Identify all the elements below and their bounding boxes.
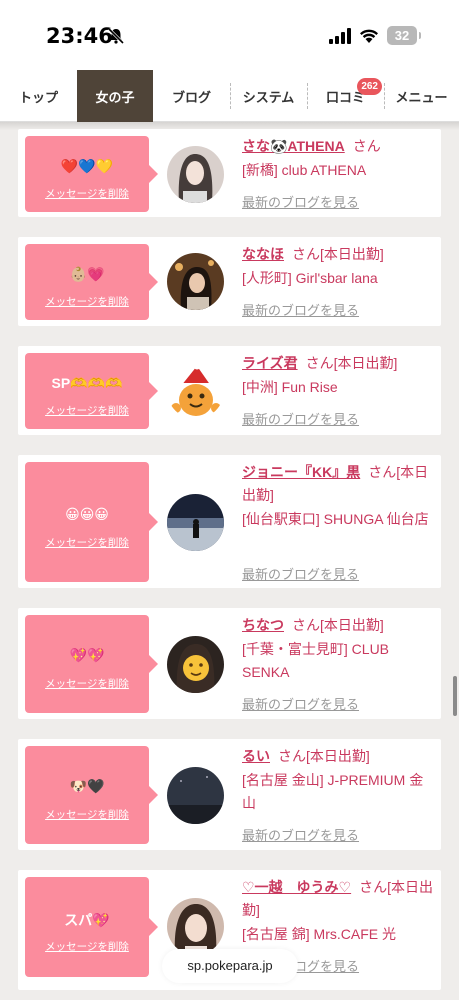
honorific: さん xyxy=(352,138,381,154)
name-line: ジョニー『KK』黒 さん[本日出勤] xyxy=(242,461,435,507)
girl-name-link[interactable]: ライズ君 xyxy=(242,355,298,371)
latest-blog-link[interactable]: 最新のブログを見る xyxy=(242,694,359,713)
message-bubble: SP🫶🫶🫶 メッセージを削除 xyxy=(25,353,158,429)
shop-name[interactable]: [千葉・富士見町] CLUB SENKA xyxy=(242,638,431,684)
message-text: スパ💖 xyxy=(64,912,110,928)
latest-blog-link[interactable]: 最新のブログを見る xyxy=(242,825,359,844)
avatar[interactable] xyxy=(167,362,224,419)
girl-name-link[interactable]: ななほ xyxy=(242,246,284,262)
latest-blog-link[interactable]: 最新のブログを見る xyxy=(242,192,359,211)
tab-top[interactable]: トップ xyxy=(0,70,77,122)
work-status: [本日出勤] xyxy=(306,748,370,764)
message-card: 👶🏼💗 メッセージを削除 ななほ さん[本日出勤] [人形町] Girl'sbar… xyxy=(18,237,441,326)
name-line: ♡一越 ゆうみ♡ さん[本日出勤] xyxy=(242,876,435,922)
tab-navigation: トップ 女の子 ブログ システム 口コミ 262 メニュー xyxy=(0,70,459,122)
status-bar: 23:46 32 xyxy=(0,0,459,70)
message-bubble: ❤️💙💛 メッセージを削除 xyxy=(25,136,158,212)
girl-name-link[interactable]: るい xyxy=(242,748,270,764)
message-bubble: スパ💖 メッセージを削除 xyxy=(25,877,158,977)
work-status: [本日出勤] xyxy=(320,246,384,262)
avatar[interactable] xyxy=(167,636,224,693)
tab-menu[interactable]: メニュー xyxy=(384,70,459,122)
name-line: ライズ君 さん[本日出勤] xyxy=(242,352,435,375)
message-text: 🐶🖤 xyxy=(69,778,105,794)
latest-blog-link[interactable]: 最新のブログを見る xyxy=(242,409,359,428)
tab-label: ブログ xyxy=(171,89,211,105)
battery-indicator: 32 xyxy=(387,26,421,45)
tab-label: メニュー xyxy=(395,89,448,105)
girl-name-link[interactable]: ジョニー『KK』黒 xyxy=(242,464,360,480)
wifi-icon xyxy=(360,29,378,43)
avatar[interactable] xyxy=(167,767,224,824)
avatar[interactable] xyxy=(167,253,224,310)
avatar[interactable] xyxy=(167,146,224,203)
tab-girls[interactable]: 女の子 xyxy=(77,70,153,122)
delete-message-link[interactable]: メッセージを削除 xyxy=(25,939,149,954)
shop-name[interactable]: [中洲] Fun Rise xyxy=(242,376,431,399)
tab-label: 女の子 xyxy=(95,89,135,105)
girl-name-link[interactable]: さな🐼ATHENA xyxy=(242,138,345,154)
avatar[interactable] xyxy=(167,494,224,551)
shop-name[interactable]: [人形町] Girl'sbar lana xyxy=(242,267,431,290)
scrollbar[interactable] xyxy=(453,676,457,716)
name-line: さな🐼ATHENA さん xyxy=(242,135,435,158)
tab-system[interactable]: システム xyxy=(230,70,307,122)
message-text: 😀😀😀 xyxy=(65,506,109,522)
message-text: SP🫶🫶🫶 xyxy=(51,375,123,391)
girl-name-link[interactable]: ♡一越 ゆうみ♡ xyxy=(242,879,351,895)
work-status: [本日出勤] xyxy=(320,617,384,633)
bell-muted-icon xyxy=(107,27,125,45)
delete-message-link[interactable]: メッセージを削除 xyxy=(25,186,149,201)
delete-message-link[interactable]: メッセージを削除 xyxy=(25,535,149,550)
message-text: 💖💖 xyxy=(69,647,105,663)
shop-name[interactable]: [名古屋 錦] Mrs.CAFE 光 xyxy=(242,923,431,946)
message-bubble: 😀😀😀 メッセージを削除 xyxy=(25,462,158,582)
honorific: さん xyxy=(292,246,320,262)
message-bubble: 💖💖 メッセージを削除 xyxy=(25,615,158,713)
honorific: さん xyxy=(278,748,306,764)
latest-blog-link[interactable]: 最新のブログを見る xyxy=(242,300,359,319)
shop-name[interactable]: [新橋] club ATHENA xyxy=(242,159,431,182)
avatar[interactable] xyxy=(167,898,224,955)
shop-name[interactable]: [名古屋 金山] J-PREMIUM 金山 xyxy=(242,769,431,815)
tab-label: トップ xyxy=(18,89,58,105)
shop-name[interactable]: [仙台駅東口] SHUNGA 仙台店 xyxy=(242,508,431,531)
delete-message-link[interactable]: メッセージを削除 xyxy=(25,807,149,822)
message-text: 👶🏼💗 xyxy=(69,266,105,282)
latest-blog-link[interactable]: 最新のブログを見る xyxy=(242,564,359,583)
name-line: ななほ さん[本日出勤] xyxy=(242,243,435,266)
work-status: [本日出勤] xyxy=(333,355,398,371)
delete-message-link[interactable]: メッセージを削除 xyxy=(25,294,149,309)
delete-message-link[interactable]: メッセージを削除 xyxy=(25,676,149,691)
message-bubble: 🐶🖤 メッセージを削除 xyxy=(25,746,158,844)
tab-label: システム xyxy=(242,89,295,105)
tab-blog[interactable]: ブログ xyxy=(153,70,230,122)
honorific: さん xyxy=(305,355,334,371)
name-line: ちなつ さん[本日出勤] xyxy=(242,614,435,637)
status-time: 23:46 xyxy=(46,24,113,48)
honorific: さん xyxy=(368,464,397,480)
message-card: 💖💖 メッセージを削除 ちなつ さん[本日出勤] [千葉・富士見町] CLUB S… xyxy=(18,608,441,719)
reviews-count-badge: 262 xyxy=(357,78,382,95)
honorific: さん xyxy=(359,879,388,895)
delete-message-link[interactable]: メッセージを削除 xyxy=(25,403,149,418)
message-bubble: 👶🏼💗 メッセージを削除 xyxy=(25,244,158,320)
name-line: るい さん[本日出勤] xyxy=(242,745,435,768)
message-card: 🐶🖤 メッセージを削除 るい さん[本日出勤] [名古屋 金山] J-PREMIU… xyxy=(18,739,441,850)
cellular-signal-icon xyxy=(329,28,351,44)
honorific: さん xyxy=(292,617,320,633)
tab-reviews[interactable]: 口コミ 262 xyxy=(307,70,384,122)
message-card: ❤️💙💛 メッセージを削除 さな🐼ATHENA さん [新橋] club ATHE… xyxy=(18,129,441,217)
message-card: 😀😀😀 メッセージを削除 ジョニー『KK』黒 さん[本日出勤] [仙台駅東口] S… xyxy=(18,455,441,588)
message-card: SP🫶🫶🫶 メッセージを削除 ライズ君 さん[本日出勤] [中洲] Fun Ris… xyxy=(18,346,441,435)
message-text: ❤️💙💛 xyxy=(60,158,114,174)
url-bar[interactable]: sp.pokepara.jp xyxy=(162,949,298,983)
girl-name-link[interactable]: ちなつ xyxy=(242,617,284,633)
